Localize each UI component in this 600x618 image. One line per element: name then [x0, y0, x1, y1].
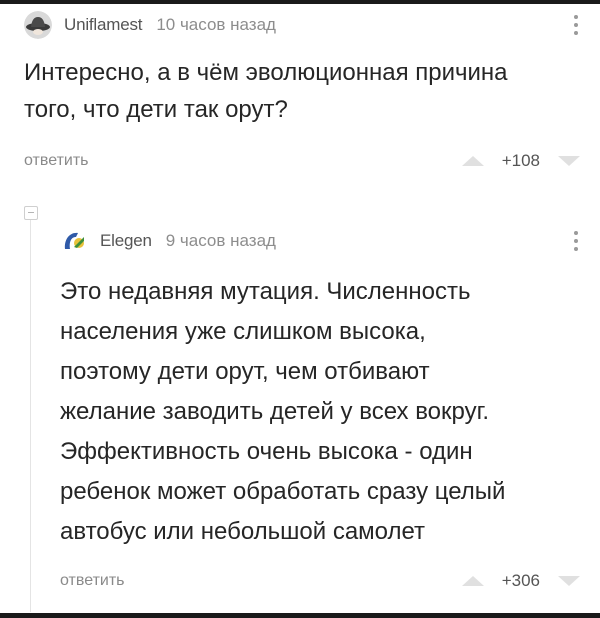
collapse-thread-icon[interactable]: [24, 206, 38, 220]
comment-header: Uniflamest 10 часов назад: [24, 8, 580, 42]
comment-text: Это недавняя мутация. Численность населе…: [60, 278, 506, 545]
comment-header: Elegen 9 часов назад: [60, 224, 580, 258]
comment-1: Uniflamest 10 часов назад Интересно, а в…: [24, 8, 580, 176]
rating-controls: +306: [461, 571, 580, 591]
downvote-arrow-icon[interactable]: [558, 156, 580, 166]
reply-button[interactable]: ответить: [24, 152, 89, 170]
more-vertical-icon[interactable]: [572, 231, 580, 251]
rating-controls: +108: [461, 151, 580, 171]
more-vertical-icon[interactable]: [572, 15, 580, 35]
upvote-arrow-icon[interactable]: [461, 576, 484, 586]
author-name[interactable]: Uniflamest: [64, 15, 143, 35]
reply-button[interactable]: ответить: [60, 572, 125, 590]
rating-count: +306: [501, 571, 540, 590]
rating-count: +108: [501, 151, 540, 170]
thread-line: [30, 214, 31, 612]
hat-avatar-icon[interactable]: [24, 11, 52, 39]
comment-footer: ответить +306: [60, 566, 580, 596]
top-border: [0, 0, 600, 4]
comment-2: Elegen 9 часов назад Это недавняя мутаци…: [60, 224, 580, 596]
comment-text: Интересно, а в чём эволюционная причина …: [24, 59, 508, 123]
logo-avatar-icon[interactable]: [60, 227, 88, 255]
comment-time: 10 часов назад: [156, 15, 276, 34]
bottom-border: [0, 613, 600, 618]
upvote-arrow-icon[interactable]: [461, 156, 484, 166]
downvote-arrow-icon[interactable]: [558, 576, 580, 586]
comment-footer: ответить +108: [24, 146, 580, 176]
author-name[interactable]: Elegen: [100, 231, 152, 251]
comment-time: 9 часов назад: [165, 231, 276, 250]
